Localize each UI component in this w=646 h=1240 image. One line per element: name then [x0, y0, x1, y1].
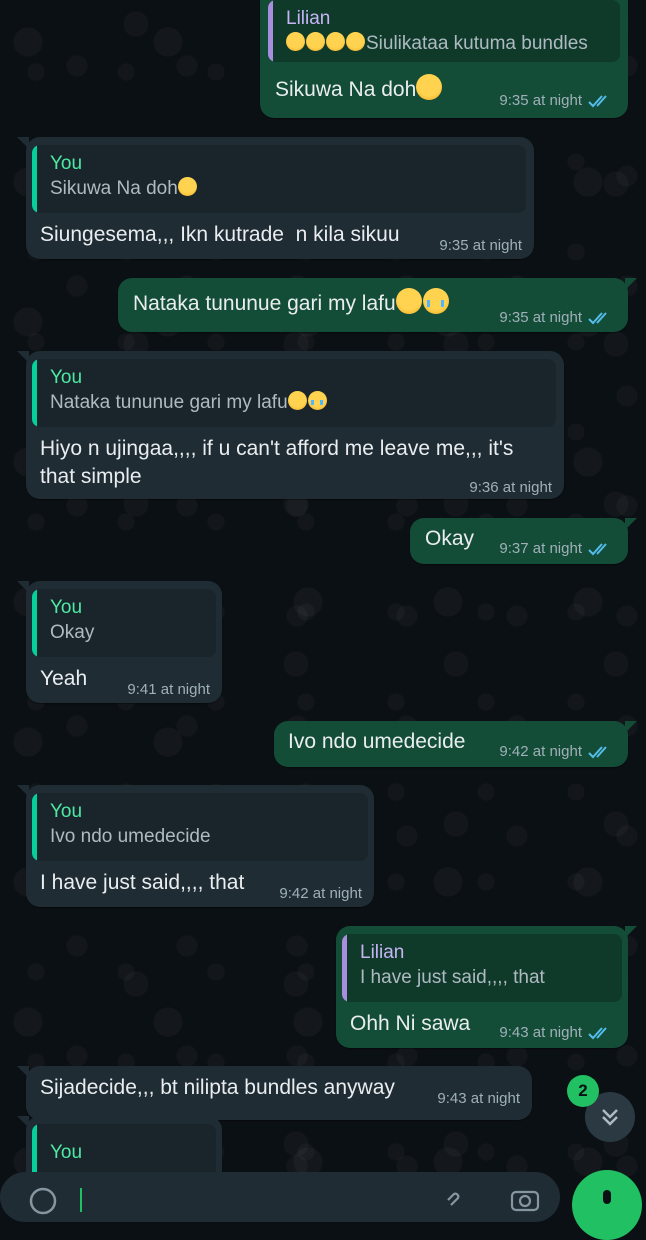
message-composer[interactable] [0, 1172, 560, 1222]
quote-accent-bar [268, 0, 273, 62]
laughing-emoji-icon [287, 391, 307, 410]
message-time: 9:42 at night [279, 885, 362, 902]
mic-icon [603, 1190, 611, 1204]
laughing-emoji-icon [346, 32, 365, 51]
quote-accent-bar [32, 589, 37, 657]
message-incoming-1[interactable]: You Sikuwa Na doh Siungesema,,, Ikn kutr… [17, 137, 534, 259]
quote-accent-bar [32, 359, 37, 427]
quote-author: You [50, 1142, 83, 1163]
message-meta: 9:42 at night [279, 885, 362, 902]
reply-quote[interactable]: Lilian I have just said,,,, that [342, 934, 622, 1002]
message-time: 9:43 at night [499, 1024, 582, 1041]
double-check-icon [588, 94, 607, 107]
message-outgoing-3[interactable]: Okay 9:37 at night [410, 518, 637, 564]
message-text: Ohh Ni sawa [350, 1012, 471, 1035]
reply-quote[interactable]: You Nataka tununue gari my lafu [32, 359, 556, 427]
message-outgoing-1[interactable]: Lilian Siulikataa kutuma bundles Sikuwa … [260, 0, 628, 118]
laughing-emoji-icon [416, 74, 443, 100]
message-outgoing-5[interactable]: Lilian I have just said,,,, that Ohh Ni … [336, 926, 637, 1048]
quote-author: You [50, 367, 83, 388]
message-meta: 9:37 at night [499, 540, 614, 557]
message-meta: 9:43 at night [437, 1090, 520, 1107]
message-time: 9:41 at night [127, 681, 210, 698]
quote-text: Nataka tununue gari my lafu [50, 392, 288, 413]
quote-accent-bar [32, 145, 37, 213]
message-time: 9:42 at night [499, 743, 582, 760]
message-incoming-4[interactable]: You Ivo ndo umedecide I have just said,,… [17, 785, 374, 907]
message-time: 9:35 at night [499, 92, 582, 109]
message-meta: 9:35 at night [499, 309, 614, 326]
message-text: Sikuwa Na doh [275, 78, 417, 101]
double-check-icon [588, 1026, 607, 1039]
quote-text-row: Siulikataa kutuma bundles [286, 31, 608, 57]
message-meta: 9:35 at night [499, 92, 614, 109]
quote-author: Lilian [286, 8, 331, 29]
mic-button[interactable] [572, 1170, 642, 1240]
laughing-emoji-icon [395, 288, 422, 314]
quote-author: You [50, 153, 83, 174]
message-meta: 9:42 at night [499, 743, 614, 760]
reply-quote[interactable]: You Ivo ndo umedecide [32, 793, 368, 861]
message-text: Sijadecide,,, bt nilipta bundles anyway [40, 1076, 395, 1099]
message-text: Ivo ndo umedecide [288, 730, 466, 753]
message-text-row: Nataka tununue gari my lafu [133, 288, 450, 318]
quote-author: You [50, 801, 83, 822]
reply-quote[interactable]: Lilian Siulikataa kutuma bundles [268, 0, 620, 62]
message-time: 9:35 at night [439, 237, 522, 254]
message-time: 9:35 at night [499, 309, 582, 326]
message-text: Hiyo n ujingaa,,,, if u can't afford me … [40, 437, 514, 488]
message-meta: 9:35 at night [439, 237, 522, 254]
message-text: Okay [425, 527, 475, 550]
reply-quote[interactable]: You Okay [32, 589, 216, 657]
message-text: Nataka tununue gari my lafu [133, 292, 396, 315]
laughing-emoji-icon [177, 177, 197, 196]
crying-emoji-icon [307, 391, 327, 410]
crying-emoji-icon [422, 288, 449, 314]
double-check-icon [588, 745, 607, 758]
message-meta: 9:43 at night [499, 1024, 614, 1041]
double-check-icon [588, 311, 607, 324]
chevron-double-down-icon [602, 1109, 618, 1126]
message-text: I have just said,,,, that [40, 871, 245, 894]
quote-text: I have just said,,,, that [360, 967, 545, 988]
reply-quote[interactable]: You Sikuwa Na doh [32, 145, 526, 213]
quote-author: You [50, 597, 83, 618]
message-incoming-3[interactable]: You Okay Yeah 9:41 at night [17, 581, 222, 703]
quote-author: Lilian [360, 942, 405, 963]
emoji-icon[interactable] [28, 1186, 58, 1216]
message-incoming-2[interactable]: You Nataka tununue gari my lafu Hiyo n u… [17, 351, 564, 499]
quote-text-row: Sikuwa Na doh [50, 176, 514, 202]
quote-text: Sikuwa Na doh [50, 178, 178, 199]
laughing-emoji-icon [326, 32, 345, 51]
message-text: Siungesema,,, Ikn kutrade n kila sikuu [40, 223, 400, 246]
message-outgoing-4[interactable]: Ivo ndo umedecide 9:42 at night [274, 721, 637, 767]
message-time: 9:36 at night [469, 479, 552, 496]
message-time: 9:37 at night [499, 540, 582, 557]
quote-accent-bar [32, 793, 37, 861]
message-text: Yeah [40, 667, 88, 690]
message-meta: 9:41 at night [127, 681, 210, 698]
message-meta: 9:36 at night [469, 479, 552, 496]
quote-text: Okay [50, 622, 95, 643]
quote-text-row: Nataka tununue gari my lafu [50, 390, 544, 416]
message-time: 9:43 at night [437, 1090, 520, 1107]
camera-icon[interactable] [510, 1186, 540, 1212]
double-check-icon [588, 542, 607, 555]
text-cursor [80, 1188, 82, 1212]
quote-text: Siulikataa kutuma bundles [366, 33, 588, 54]
laughing-emoji-icon [306, 32, 325, 51]
quote-accent-bar [342, 934, 347, 1002]
quote-text: Ivo ndo umedecide [50, 826, 211, 847]
message-outgoing-2[interactable]: Nataka tununue gari my lafu 9:35 at nigh… [118, 278, 637, 332]
laughing-emoji-icon [286, 32, 305, 51]
message-text-row: Sikuwa Na doh [275, 74, 443, 104]
message-incoming-5[interactable]: Sijadecide,,, bt nilipta bundles anyway … [17, 1066, 532, 1120]
unread-count-badge: 2 [567, 1075, 599, 1107]
attach-icon[interactable] [440, 1188, 464, 1212]
